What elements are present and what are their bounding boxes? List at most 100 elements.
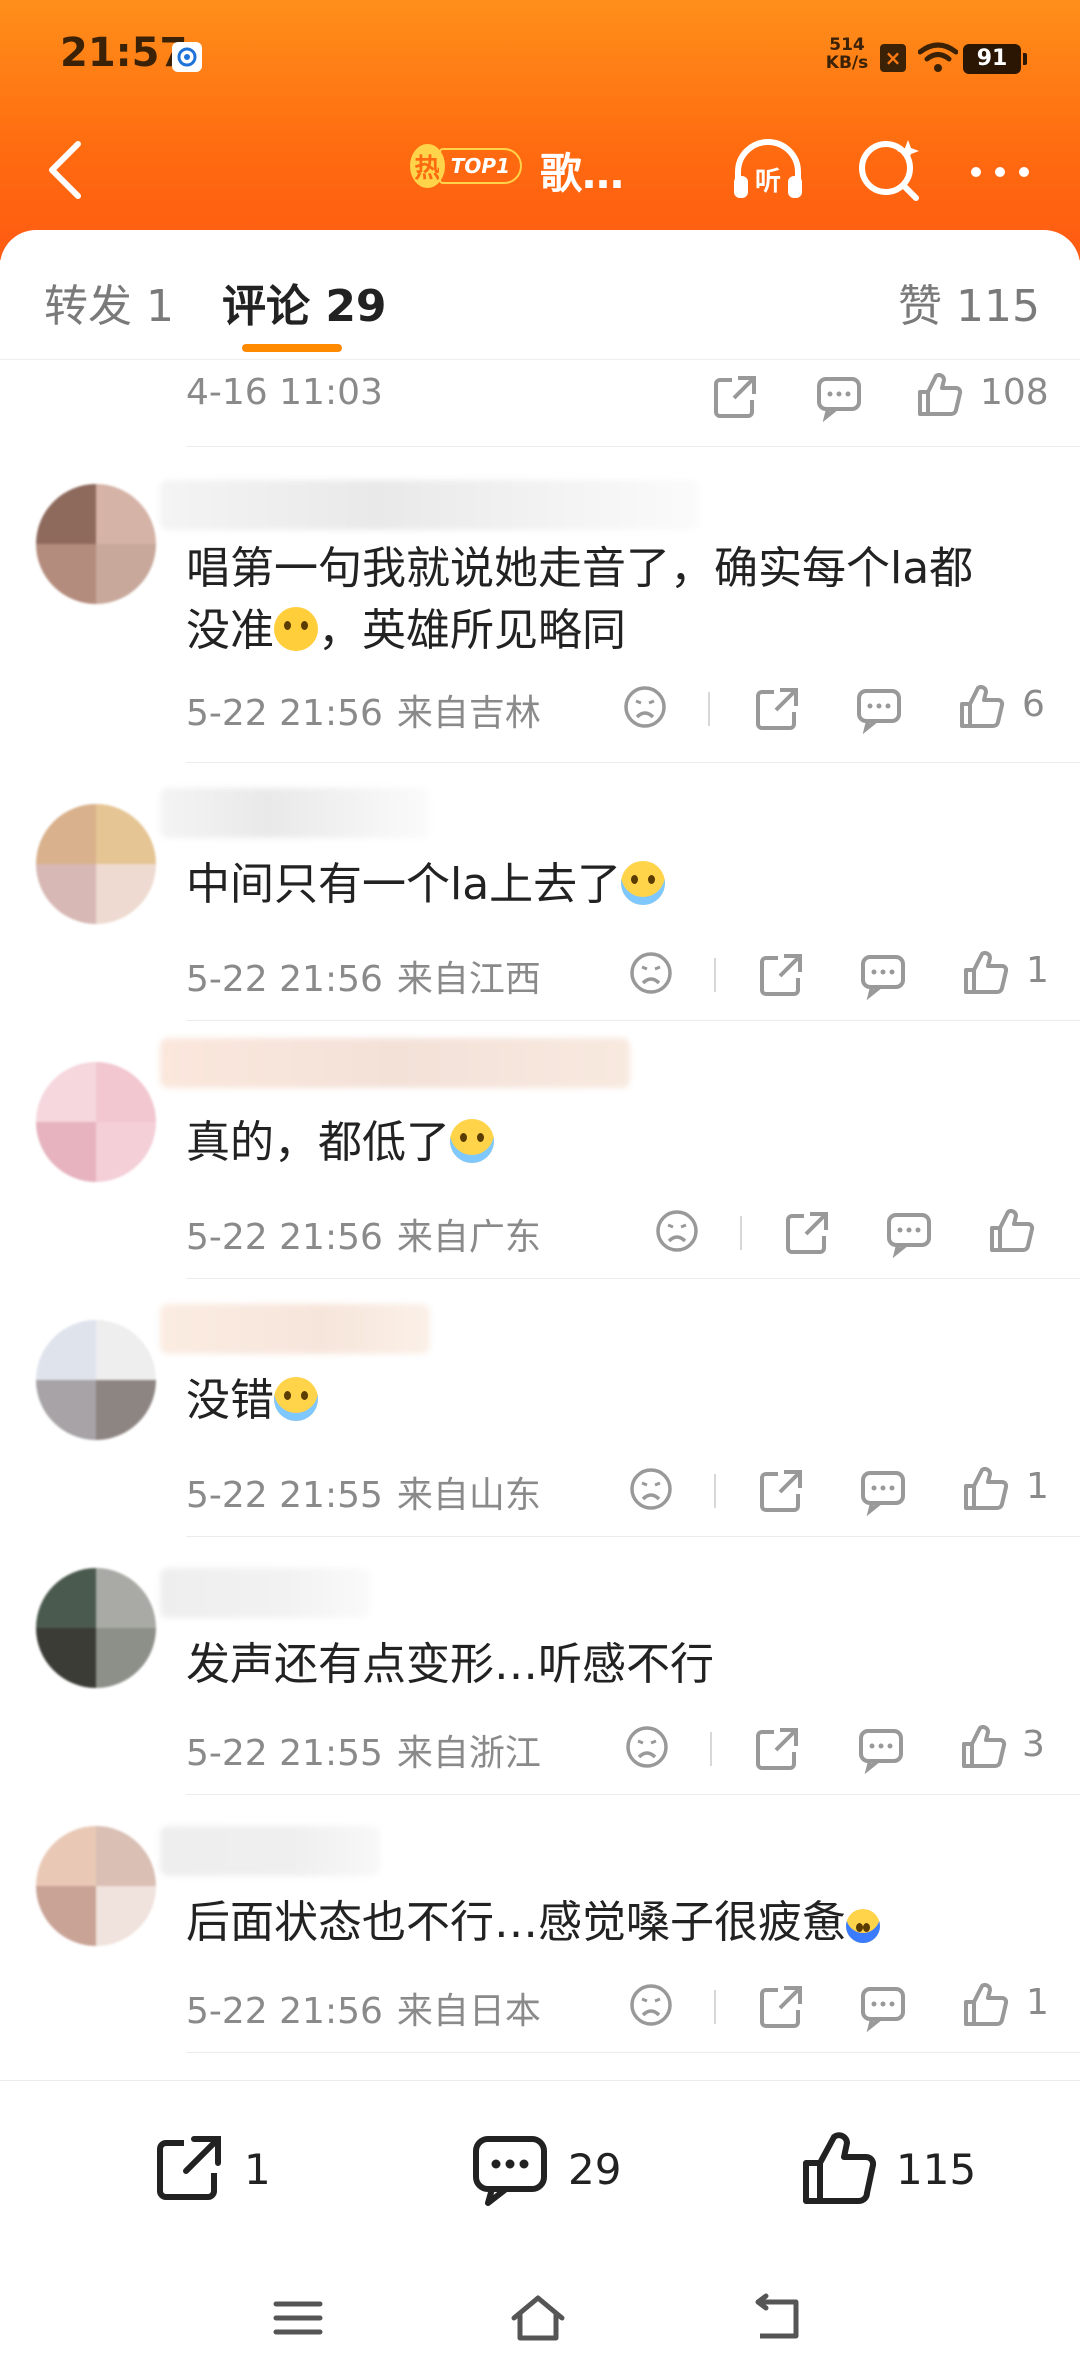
like-count: 1 — [1026, 1982, 1049, 2023]
share-icon[interactable] — [752, 684, 802, 734]
comment-text-line2: 没准 — [186, 605, 274, 656]
comment-text-line2-tail: ，英雄所见略同 — [318, 605, 626, 656]
tab-like[interactable]: 赞 115 — [898, 270, 1040, 334]
thumbs-up-icon — [803, 2132, 877, 2204]
username-blurred[interactable] — [160, 788, 430, 838]
like-count: 6 — [1022, 684, 1045, 725]
avatar[interactable] — [36, 1568, 156, 1688]
network-speed-value: 514 — [829, 35, 865, 55]
comment-text-content: 没错 — [186, 1375, 274, 1426]
comment-item[interactable]: 唱第一句我就说她走音了，确实每个la都 没准 ，英雄所见略同 5-22 21:56… — [0, 448, 1080, 758]
crying-emoji-icon — [274, 1377, 318, 1421]
top-nav: 热 TOP1 歌… 听 — [0, 110, 1080, 230]
divider — [186, 1536, 1080, 1537]
divider — [186, 1020, 1080, 1021]
comment-meta: 5-22 21:56 来自广东 — [186, 1208, 541, 1260]
comment-location: 来自日本 — [396, 1991, 541, 2032]
comment-meta: 5-22 21:56 来自吉林 — [186, 684, 541, 736]
avatar[interactable] — [36, 804, 156, 924]
reply-icon[interactable] — [884, 1208, 934, 1259]
comment-time: 5-22 21:56 — [186, 1217, 383, 1258]
username-blurred[interactable] — [160, 1304, 430, 1354]
comment-time: 5-22 21:56 — [186, 959, 383, 1000]
like-icon[interactable] — [960, 1464, 1010, 1514]
tab-comment[interactable]: 评论 29 — [222, 270, 387, 334]
comment-item[interactable]: 真的，都低了 5-22 21:56 来自广东 — [0, 1022, 1080, 1278]
repost-icon — [157, 2136, 221, 2200]
like-button[interactable]: 115 — [798, 2129, 976, 2209]
share-icon[interactable] — [756, 1466, 806, 1516]
reply-icon[interactable] — [858, 950, 908, 1001]
wifi-icon — [917, 42, 959, 78]
like-icon[interactable] — [914, 370, 964, 420]
username-blurred[interactable] — [160, 1038, 630, 1088]
separator — [714, 958, 716, 992]
avatar[interactable] — [36, 1062, 156, 1182]
hot-top-badge[interactable]: 热 TOP1 — [410, 140, 522, 192]
reply-icon[interactable] — [854, 684, 904, 735]
more-icon[interactable] — [960, 130, 1040, 210]
comment-location: 来自江西 — [396, 959, 541, 1000]
share-icon[interactable] — [710, 372, 760, 422]
dislike-icon[interactable] — [622, 684, 672, 734]
header: 21:57 514 KB/s × 91 热 TOP1 歌… 听 — [0, 0, 1080, 260]
repost-button[interactable]: 1 — [150, 2129, 271, 2209]
dislike-icon[interactable] — [628, 1466, 678, 1516]
menu-icon[interactable] — [268, 2288, 328, 2348]
home-icon[interactable] — [508, 2288, 568, 2348]
reply-icon[interactable] — [858, 1466, 908, 1517]
page-title[interactable]: 歌… — [540, 140, 624, 201]
laugh-cry-emoji-icon — [274, 607, 318, 651]
avatar[interactable] — [36, 1320, 156, 1440]
status-time: 21:57 — [60, 30, 188, 76]
like-icon[interactable] — [956, 682, 1006, 732]
share-icon[interactable] — [752, 1724, 802, 1774]
like-icon[interactable] — [960, 948, 1010, 998]
reply-icon[interactable] — [856, 1724, 906, 1775]
tab-bar: 转发 1 评论 29 赞 115 — [0, 230, 1080, 360]
search-icon[interactable] — [850, 130, 930, 210]
comment-location: 来自吉林 — [396, 693, 541, 734]
username-blurred[interactable] — [160, 480, 700, 530]
listen-button[interactable]: 听 — [728, 130, 808, 210]
crying-emoji-icon — [450, 1119, 494, 1163]
comment-meta: 5-22 21:56 来自日本 — [186, 1982, 541, 2034]
back-nav-icon[interactable] — [748, 2288, 808, 2348]
username-blurred[interactable] — [160, 1568, 370, 1618]
comment-item[interactable]: 中间只有一个la上去了 5-22 21:56 来自江西 1 — [0, 764, 1080, 1020]
comment-meta: 5-22 21:56 来自江西 — [186, 950, 541, 1002]
like-count: 1 — [1026, 950, 1049, 991]
comment-button[interactable]: 29 — [470, 2129, 621, 2209]
avatar[interactable] — [36, 484, 156, 604]
comment-text: 后面状态也不行…感觉嗓子很疲惫 — [186, 1892, 880, 1954]
share-icon[interactable] — [756, 1982, 806, 2032]
share-icon[interactable] — [782, 1208, 832, 1258]
comment-item[interactable]: 后面状态也不行…感觉嗓子很疲惫 5-22 21:56 来自日本 1 — [0, 1796, 1080, 2052]
network-speed: 514 KB/s — [822, 36, 872, 72]
system-nav-bar — [0, 2250, 1080, 2376]
tab-indicator — [242, 344, 342, 352]
tab-repost[interactable]: 转发 1 — [44, 270, 174, 334]
like-icon[interactable] — [960, 1980, 1010, 2030]
share-icon[interactable] — [756, 950, 806, 1000]
dislike-icon[interactable] — [628, 1982, 678, 2032]
reply-icon[interactable] — [858, 1982, 908, 2033]
comment-item[interactable]: 发声还有点变形…听感不行 5-22 21:55 来自浙江 3 — [0, 1538, 1080, 1794]
comment-item[interactable]: 没错 5-22 21:55 来自山东 1 — [0, 1280, 1080, 1536]
like-count: 3 — [1022, 1724, 1045, 1765]
dislike-icon[interactable] — [628, 950, 678, 1000]
comment-icon — [473, 2136, 547, 2206]
avatar[interactable] — [36, 1826, 156, 1946]
comment-text: 真的，都低了 — [186, 1112, 494, 1174]
divider — [186, 762, 1080, 763]
hot-badge-text: TOP1 — [438, 148, 522, 184]
separator — [714, 1474, 716, 1508]
like-icon[interactable] — [958, 1722, 1008, 1772]
divider — [186, 1794, 1080, 1795]
back-button[interactable] — [30, 130, 100, 210]
dislike-icon[interactable] — [654, 1208, 704, 1258]
like-icon[interactable] — [986, 1206, 1036, 1256]
dislike-icon[interactable] — [624, 1724, 674, 1774]
username-blurred[interactable] — [160, 1826, 380, 1876]
reply-icon[interactable] — [814, 372, 864, 423]
